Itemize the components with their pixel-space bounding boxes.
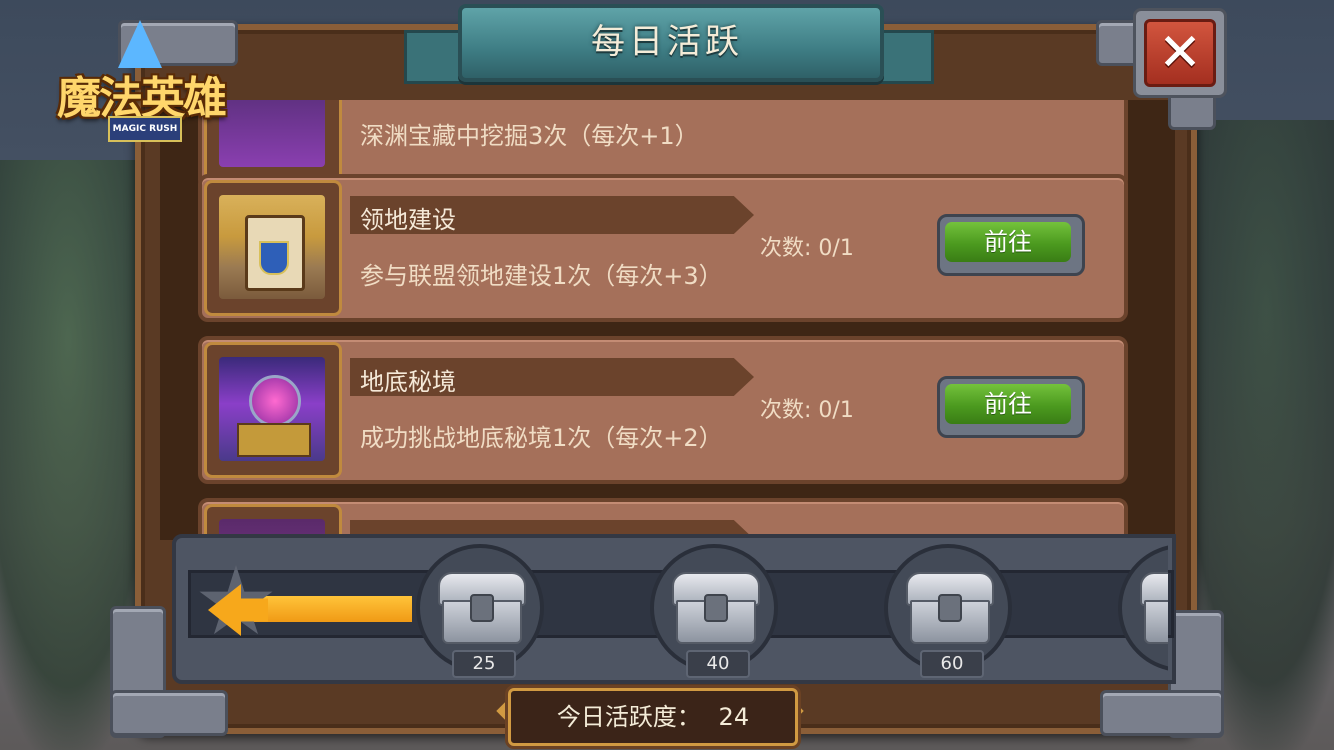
silver-chest-icon <box>672 572 760 644</box>
logo-subtitle: MAGIC RUSH <box>108 116 182 142</box>
corner-stone <box>110 690 228 736</box>
go-button-territory[interactable]: 前往 <box>937 214 1085 276</box>
task-count: 次数: 0/1 <box>760 236 854 261</box>
silver-chest-icon <box>906 572 994 644</box>
activity-score-text: 今日活跃度： 24 <box>511 691 795 743</box>
task-icon-frame <box>204 180 342 316</box>
close-x-icon: ✕ <box>1144 19 1216 87</box>
milestone-chest-40[interactable]: 40 <box>650 544 778 678</box>
task-name: 地底秘境 <box>360 368 456 396</box>
milestone-chest-60[interactable]: 60 <box>884 544 1012 678</box>
tower-icon <box>219 195 325 299</box>
crystal-icon <box>118 20 162 68</box>
milestone-value: 40 <box>686 650 750 678</box>
silver-chest-icon <box>1140 572 1168 644</box>
milestone-chest-next <box>1118 544 1168 672</box>
activity-score-value: 24 <box>718 703 750 731</box>
underground-realm-icon <box>219 357 325 461</box>
go-button-label: 前往 <box>945 384 1071 424</box>
milestone-value: 25 <box>452 650 516 678</box>
activity-score-box: 今日活跃度： 24 <box>508 688 798 746</box>
task-description: 深渊宝藏中挖掘3次（每次+1） <box>360 122 699 150</box>
task-row-territory: 领地建设 参与联盟领地建设1次（每次+3） 次数: 0/1 前往 <box>198 174 1128 322</box>
task-count: 次数: 0/1 <box>760 398 854 423</box>
milestone-chest-clipped[interactable] <box>1118 544 1168 674</box>
activity-score-label: 今日活跃度： <box>556 703 701 731</box>
task-description: 成功挑战地底秘境1次（每次+2） <box>360 424 723 452</box>
game-logo: 魔法英雄 MAGIC RUSH <box>38 20 244 150</box>
page-title: 每日活跃 <box>591 22 743 62</box>
corner-stone <box>1100 690 1224 736</box>
milestone-chest-25[interactable]: 25 <box>416 544 544 678</box>
silver-chest-icon <box>438 572 526 644</box>
go-button-label: 前往 <box>945 222 1071 262</box>
milestone-value: 60 <box>920 650 984 678</box>
task-description: 参与联盟领地建设1次（每次+3） <box>360 262 723 290</box>
go-button-underground[interactable]: 前往 <box>937 376 1085 438</box>
task-icon-frame <box>204 342 342 478</box>
close-button[interactable]: ✕ <box>1133 8 1227 98</box>
task-name: 领地建设 <box>360 206 456 234</box>
task-list[interactable]: 深渊宝藏中挖掘3次（每次+1） 领地建设 参与联盟领地建设1次（每次+3） 次数… <box>160 100 1175 540</box>
task-row-underground: 地底秘境 成功挑战地底秘境1次（每次+2） 次数: 0/1 前往 <box>198 336 1128 484</box>
